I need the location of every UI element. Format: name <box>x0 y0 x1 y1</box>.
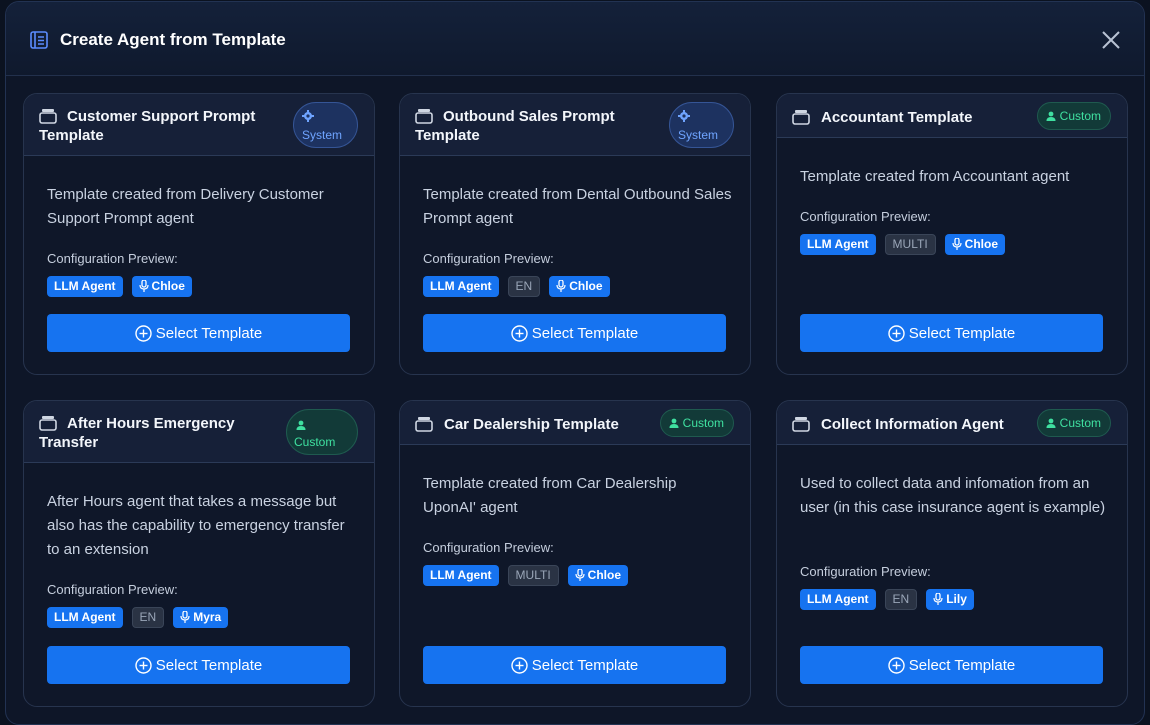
card-title: Customer Support Prompt Template <box>39 108 256 144</box>
microphone-icon <box>952 237 962 250</box>
gear-icon <box>302 110 314 122</box>
card-description: Used to collect data and infomation from… <box>800 475 1106 516</box>
card-header: Accountant Template Custom <box>777 94 1127 138</box>
voice-chip: Chloe <box>131 276 192 297</box>
select-template-button[interactable]: Select Template <box>47 646 350 684</box>
select-template-button[interactable]: Select Template <box>423 646 726 684</box>
template-card-after-hours: After Hours Emergency Transfer Custom Aft… <box>23 400 375 707</box>
config-preview-label: Configuration Preview: <box>47 582 178 597</box>
card-header: Collect Information Agent Custom <box>777 401 1127 445</box>
person-icon <box>669 418 679 428</box>
config-chips: LLM Agent EN Myra <box>47 607 229 628</box>
voice-chip: Chloe <box>944 234 1005 255</box>
person-icon <box>1046 418 1056 428</box>
template-list-icon <box>30 31 48 49</box>
agent-type-chip: LLM Agent <box>423 276 499 297</box>
template-icon <box>792 110 810 125</box>
custom-badge: Custom <box>1036 102 1111 130</box>
voice-chip: Myra <box>173 607 229 628</box>
modal-title: Create Agent from Template <box>60 30 286 49</box>
card-header: Customer Support Prompt Template System <box>24 94 374 156</box>
system-badge: System <box>293 102 358 148</box>
gear-icon <box>678 110 690 122</box>
template-card-car-dealership: Car Dealership Template Custom Template … <box>399 400 751 707</box>
card-header: Outbound Sales Prompt Template System <box>400 94 750 156</box>
microphone-icon <box>138 279 149 292</box>
card-title: After Hours Emergency Transfer <box>39 415 235 451</box>
agent-type-chip: LLM Agent <box>800 589 876 610</box>
language-chip: EN <box>507 276 541 297</box>
voice-chip: Lily <box>926 589 974 610</box>
config-preview-label: Configuration Preview: <box>423 540 554 555</box>
plus-circle-icon <box>135 656 152 674</box>
card-title: Outbound Sales Prompt Template <box>415 108 615 144</box>
card-description: Template created from Delivery Customer … <box>47 186 324 227</box>
plus-circle-icon <box>888 324 905 342</box>
language-chip: MULTI <box>507 565 559 586</box>
language-chip: MULTI <box>884 234 936 255</box>
custom-badge: Custom <box>286 409 358 455</box>
language-chip: EN <box>884 589 918 610</box>
person-icon <box>296 420 306 430</box>
agent-type-chip: LLM Agent <box>47 607 123 628</box>
card-header: Car Dealership Template Custom <box>400 401 750 445</box>
config-preview-label: Configuration Preview: <box>423 251 554 266</box>
agent-type-chip: LLM Agent <box>47 276 123 297</box>
language-chip: EN <box>131 607 165 628</box>
custom-badge: Custom <box>659 409 734 437</box>
template-card-collect-information: Collect Information Agent Custom Used to… <box>776 400 1128 707</box>
card-description: Template created from Car Dealership Upo… <box>423 475 677 516</box>
custom-badge: Custom <box>1036 409 1111 437</box>
config-chips: LLM Agent MULTI Chloe <box>423 565 628 586</box>
card-title: Accountant Template <box>821 109 973 126</box>
microphone-icon <box>180 610 190 623</box>
select-template-button[interactable]: Select Template <box>47 314 350 352</box>
config-chips: LLM Agent MULTI Chloe <box>800 234 1005 255</box>
config-chips: LLM Agent EN Lily <box>800 589 974 610</box>
voice-chip: Chloe <box>549 276 610 297</box>
modal-header: Create Agent from Template <box>6 2 1144 76</box>
config-chips: LLM Agent EN Chloe <box>423 276 610 297</box>
microphone-icon <box>556 279 566 292</box>
person-icon <box>1046 111 1056 121</box>
select-template-button[interactable]: Select Template <box>423 314 726 352</box>
plus-circle-icon <box>511 656 528 674</box>
template-icon <box>415 417 433 432</box>
agent-type-chip: LLM Agent <box>423 565 499 586</box>
config-preview-label: Configuration Preview: <box>47 251 178 266</box>
template-icon <box>792 417 810 432</box>
card-description: Template created from Accountant agent <box>800 168 1070 185</box>
agent-type-chip: LLM Agent <box>800 234 876 255</box>
config-chips: LLM Agent Chloe <box>47 276 192 297</box>
plus-circle-icon <box>135 324 152 342</box>
template-card-outbound-sales: Outbound Sales Prompt Template System Tem… <box>399 93 751 375</box>
config-preview-label: Configuration Preview: <box>800 209 931 224</box>
select-template-button[interactable]: Select Template <box>800 646 1103 684</box>
system-badge: System <box>669 102 734 148</box>
plus-circle-icon <box>888 656 905 674</box>
template-card-accountant: Accountant Template Custom Template crea… <box>776 93 1128 375</box>
config-preview-label: Configuration Preview: <box>800 564 931 579</box>
card-header: After Hours Emergency Transfer Custom <box>24 401 374 463</box>
create-agent-modal: Create Agent from Template Customer Supp… <box>5 1 1145 725</box>
card-description: Template created from Dental Outbound Sa… <box>423 186 732 227</box>
card-title: Collect Information Agent <box>821 416 1004 433</box>
select-template-button[interactable]: Select Template <box>800 314 1103 352</box>
plus-circle-icon <box>511 324 528 342</box>
microphone-icon <box>933 592 943 605</box>
card-title: Car Dealership Template <box>444 416 619 433</box>
voice-chip: Chloe <box>567 565 628 586</box>
close-icon[interactable] <box>1100 29 1122 51</box>
template-card-customer-support: Customer Support Prompt Template System T… <box>23 93 375 375</box>
card-description: After Hours agent that takes a message b… <box>47 493 345 558</box>
microphone-icon <box>575 568 585 581</box>
